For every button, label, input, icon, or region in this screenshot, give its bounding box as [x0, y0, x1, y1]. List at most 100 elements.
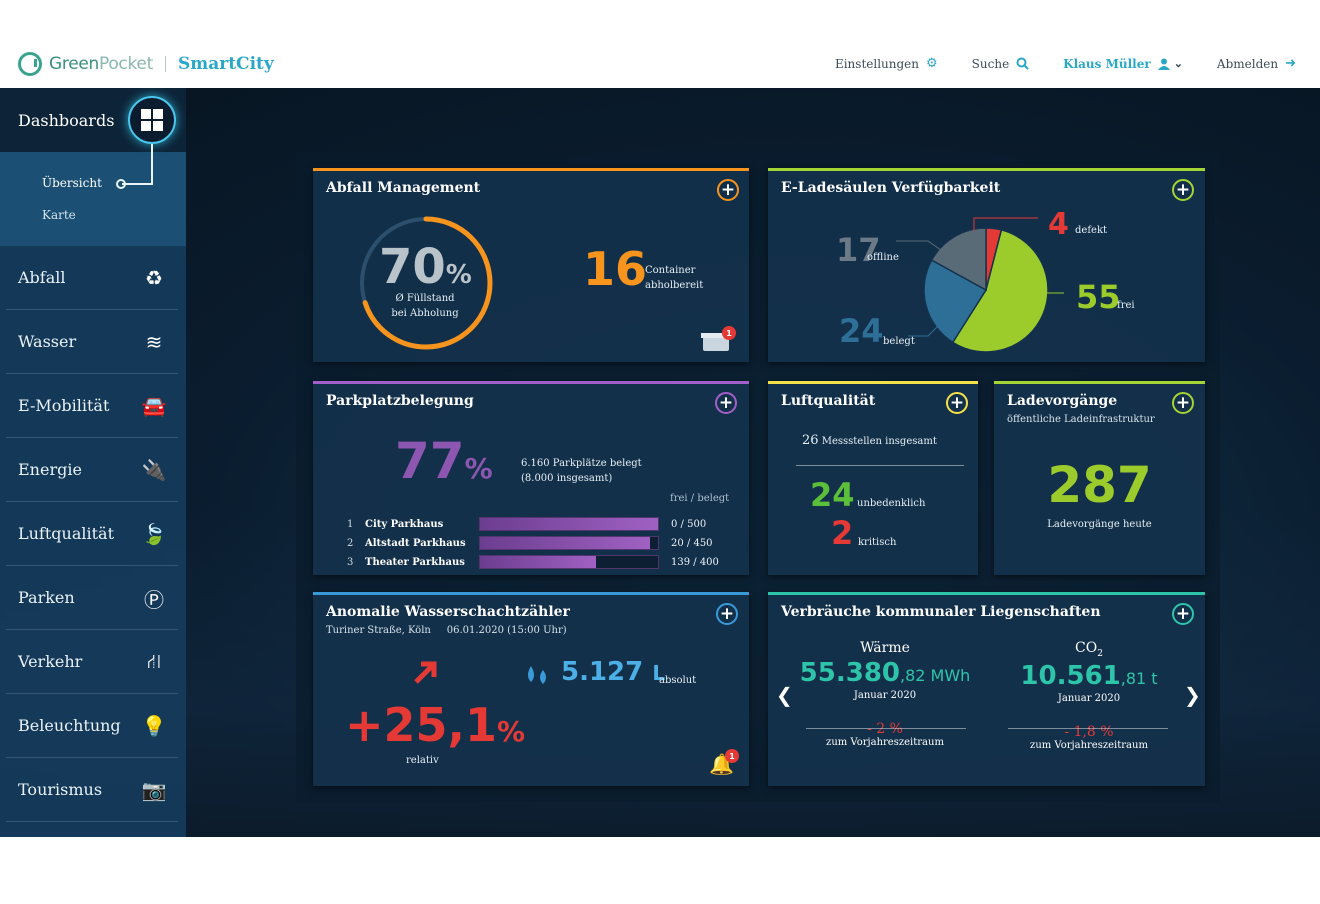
sidebar-item-label: Wasser [18, 332, 77, 351]
sidebar-item-wasser[interactable]: Wasser ≋ [6, 310, 178, 374]
card-title: Luftqualität [781, 393, 876, 409]
card-title: Parkplatzbelegung [326, 393, 474, 409]
parking-icon: Ⓟ [144, 587, 164, 612]
main-area: Dashboards Übersicht Karte Abfall ♻ Wasser… [0, 88, 1320, 837]
heat-heading: Wärme [860, 640, 910, 656]
charging-sessions-label: Ladevorgänge heute [1047, 519, 1152, 530]
card-subtitle: Turiner Straße, Köln 06.01.2020 (15:00 U… [326, 625, 567, 636]
sidebar-menu: Abfall ♻ Wasser ≋ E-Mobilität 🚘 Energie 🔌 Luftqu… [0, 246, 186, 822]
plug-icon: 🔌 [141, 458, 167, 482]
parking-free-occupied: 139 / 400 [671, 556, 719, 568]
parking-row[interactable]: 3 Theater Parkhaus 139 / 400 [347, 554, 727, 570]
dashboard-grid-icon[interactable] [128, 96, 176, 144]
next-arrow-icon[interactable]: ❯ [1184, 683, 1201, 707]
absolute-value: 5.127 L [561, 657, 666, 687]
card-parken[interactable]: Parkplatzbelegung + 77% 6.160 Parkplätze… [313, 381, 749, 575]
parking-name: City Parkhaus [365, 518, 444, 530]
defekt-label: defekt [1075, 225, 1108, 236]
occupancy-percent: 77% [395, 432, 493, 490]
relative-value: +25,1% [345, 698, 526, 752]
card-ladesaeulen[interactable]: E-Ladesäulen Verfügbarkeit + 4 defekt 55… [768, 168, 1205, 362]
car-icon: 🚘 [141, 394, 167, 418]
sidebar-item-luftqualität[interactable]: Luftqualität 🍃 [6, 502, 178, 566]
water-drops-icon [528, 666, 546, 684]
logout-label: Abmelden [1216, 56, 1279, 71]
dashboard-panel: Abfall Management + 70% Ø Füllstand bei A… [296, 152, 1220, 802]
frei-value: 55 [1076, 278, 1121, 316]
fill-level-label: Ø Füllstand bei Abholung [391, 293, 459, 319]
dashboard-submenu: Übersicht Karte [0, 152, 186, 246]
sidebar-item-beleuchtung[interactable]: Beleuchtung 💡 [6, 694, 178, 758]
ok-stations-label: unbedenklich [857, 498, 926, 509]
parking-rank: 2 [347, 537, 354, 549]
add-button[interactable]: + [946, 392, 968, 414]
occupancy-bar [479, 536, 659, 550]
sidebar-item-label: Verkehr [18, 652, 83, 671]
card-title: Verbräuche kommunaler Liegenschaften [781, 604, 1101, 620]
divider [806, 728, 966, 729]
sidebar-item-abfall[interactable]: Abfall ♻ [6, 246, 178, 310]
sidebar-item-tourismus[interactable]: Tourismus 📷 [6, 758, 178, 822]
add-button[interactable]: + [1172, 392, 1194, 414]
logout-link[interactable]: Abmelden ➜ [1217, 56, 1296, 71]
settings-link[interactable]: Einstellungen ⚙ [835, 56, 938, 71]
card-luftqualitaet[interactable]: Luftqualität + 26 Messstellen insgesamt … [768, 381, 978, 575]
column-header: frei / belegt [670, 493, 730, 504]
frei-label: frei [1117, 300, 1135, 311]
add-button[interactable]: + [1172, 603, 1194, 625]
divider [1008, 728, 1168, 729]
add-button[interactable]: + [717, 179, 739, 201]
camera-icon: 📷 [141, 778, 167, 802]
containers-count: 16 [583, 242, 648, 296]
search-label: Suche [971, 56, 1010, 71]
search-icon [1016, 57, 1029, 70]
occupancy-bar-fill [480, 518, 658, 530]
heat-change-label: zum Vorjahreszeitraum [826, 737, 944, 748]
greenpocket-logo[interactable]: GreenPocket SmartCity [18, 52, 274, 76]
co2-section: CO2 10.561,81 t Januar 2020 - 1,8 % zum … [996, 640, 1182, 751]
card-verbraeuche[interactable]: Verbräuche kommunaler Liegenschaften + ❮… [768, 592, 1205, 786]
card-subtitle: öffentliche Ladeinfrastruktur [1007, 414, 1155, 425]
sidebar-item-parken[interactable]: Parken Ⓟ [6, 566, 178, 630]
card-title: Abfall Management [326, 180, 481, 196]
dashboards-label: Dashboards [18, 110, 115, 130]
parking-row[interactable]: 1 City Parkhaus 0 / 500 [347, 516, 727, 532]
add-button[interactable]: + [716, 603, 738, 625]
card-wasser[interactable]: Anomalie Wasserschachtzähler Turiner Str… [313, 592, 749, 786]
sidebar-item-verkehr[interactable]: Verkehr ⛙ [6, 630, 178, 694]
submenu-item-overview[interactable]: Übersicht [42, 176, 186, 208]
parking-row[interactable]: 2 Altstadt Parkhaus 20 / 450 [347, 535, 727, 551]
submenu-item-map[interactable]: Karte [42, 208, 186, 240]
search-link[interactable]: Suche [972, 57, 1030, 71]
logo-product-name: SmartCity [177, 54, 274, 74]
chevron-down-icon: ⌄ [1173, 57, 1183, 70]
sidebar-item-label: Luftqualität [18, 524, 114, 543]
recycle-icon: ♻ [145, 266, 163, 290]
card-abfall[interactable]: Abfall Management + 70% Ø Füllstand bei A… [313, 168, 749, 362]
occupancy-bar [479, 517, 659, 531]
belegt-value: 24 [839, 312, 884, 350]
parking-rank: 1 [347, 518, 354, 530]
sidebar-item-e-mobilität[interactable]: E-Mobilität 🚘 [6, 374, 178, 438]
lightbulb-icon: 💡 [141, 714, 167, 738]
co2-period: Januar 2020 [1057, 692, 1121, 704]
occupancy-bar [479, 555, 659, 569]
absolute-label: absolut [659, 675, 697, 686]
heat-value: 55.380,82 MWh [799, 658, 971, 688]
sidebar-item-label: Parken [18, 588, 75, 607]
sidebar-item-energie[interactable]: Energie 🔌 [6, 438, 178, 502]
card-ladevorgaenge[interactable]: Ladevorgänge öffentliche Ladeinfrastrukt… [994, 381, 1205, 575]
sidebar-item-label: Tourismus [18, 780, 103, 799]
sidebar-item-label: Beleuchtung [18, 716, 121, 735]
stations-total: 26 Messstellen insgesamt [802, 433, 937, 448]
user-menu[interactable]: Klaus Müller ⌄ [1063, 57, 1183, 71]
road-icon: ⛙ [146, 648, 162, 673]
divider [796, 465, 964, 466]
settings-label: Einstellungen [834, 56, 920, 71]
heat-period: Januar 2020 [853, 690, 917, 701]
add-button[interactable]: + [715, 392, 737, 414]
leaf-icon: 🍃 [141, 522, 167, 546]
co2-heading: CO2 [1075, 640, 1103, 659]
co2-change: - 1,8 % [1064, 723, 1114, 740]
charging-status-pie-chart [896, 217, 1064, 353]
